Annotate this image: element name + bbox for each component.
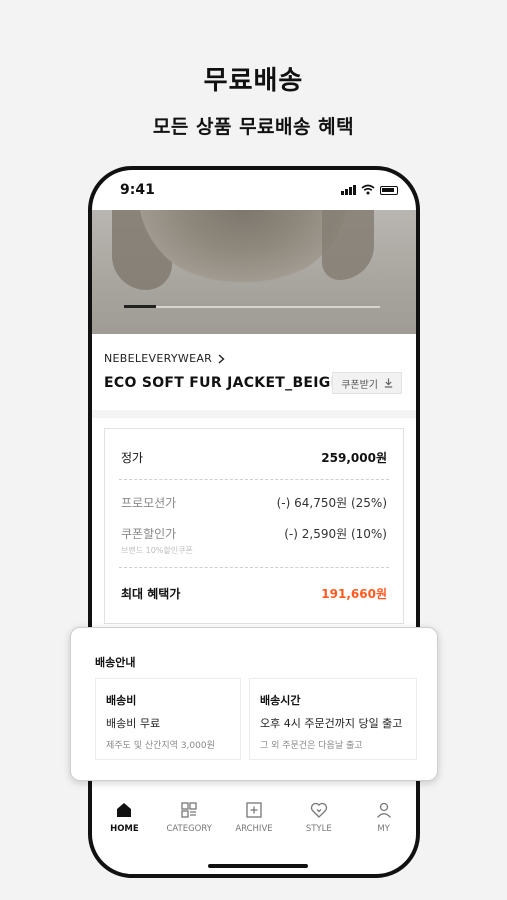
- section-divider: [92, 410, 416, 418]
- tab-style-label: STYLE: [305, 824, 332, 834]
- plus-box-icon: [246, 802, 262, 818]
- product-name: ECO SOFT FUR JACKET_BEIGE: [104, 375, 341, 391]
- shipping-fee-heading: 배송비: [106, 694, 137, 707]
- brand-name: NEBELEVERYWEAR: [104, 352, 213, 365]
- tab-archive[interactable]: ARCHIVE: [224, 800, 284, 834]
- price-summary: 정가 259,000원 프로모션가 (-) 64,750원 (25%) 쿠폰할인…: [104, 428, 404, 624]
- battery-icon: [380, 186, 398, 195]
- coupon-download-button[interactable]: 쿠폰받기: [332, 372, 402, 394]
- bottom-tab-bar: HOME CATEGORY ARCHIVE STYLE MY: [92, 792, 416, 852]
- shipping-time-heading: 배송시간: [260, 694, 301, 707]
- tab-home-label: HOME: [110, 824, 139, 834]
- promo-price-label: 프로모션가: [121, 496, 177, 510]
- image-slider-indicator: [124, 305, 380, 308]
- page-subtitle: 모든 상품 무료배송 혜택: [152, 116, 355, 138]
- coupon-price-label: 쿠폰할인가: [121, 527, 177, 541]
- tab-category[interactable]: CATEGORY: [159, 800, 219, 834]
- promo-price-value: (-) 64,750원 (25%): [276, 496, 387, 510]
- dashed-divider: [119, 567, 389, 568]
- coupon-price-value: (-) 2,590원 (10%): [284, 527, 387, 541]
- coupon-note: 브랜드 10%할인쿠폰: [121, 546, 193, 555]
- heart-badge-icon: [310, 802, 327, 818]
- tab-category-label: CATEGORY: [166, 824, 212, 834]
- shipping-time-sub: 그 외 주문건은 다음날 출고: [260, 741, 363, 751]
- shipping-time-main: 오후 4시 주문건까지 당일 출고: [260, 717, 403, 730]
- grid-icon: [181, 802, 197, 818]
- coupon-price-row: 쿠폰할인가 (-) 2,590원 (10%): [121, 525, 387, 542]
- home-icon: [117, 803, 132, 817]
- signal-icon: [341, 184, 356, 195]
- home-indicator: [208, 864, 308, 868]
- wifi-icon: [361, 184, 375, 195]
- product-image[interactable]: [92, 210, 416, 334]
- tab-home[interactable]: HOME: [94, 800, 154, 834]
- coupon-button-label: 쿠폰받기: [341, 379, 378, 391]
- download-icon: [384, 378, 393, 388]
- promo-price-row: 프로모션가 (-) 64,750원 (25%): [121, 494, 387, 511]
- shipping-title: 배송안내: [95, 656, 136, 669]
- regular-price-label: 정가: [121, 451, 144, 465]
- shipping-fee-sub: 제주도 및 산간지역 3,000원: [106, 741, 215, 751]
- tab-archive-label: ARCHIVE: [235, 824, 273, 834]
- page-title: 무료배송: [203, 66, 304, 96]
- shipping-info-card: 배송안내 배송비 배송비 무료 제주도 및 산간지역 3,000원 배송시간 오…: [70, 627, 438, 781]
- tab-my[interactable]: MY: [354, 800, 414, 834]
- regular-price-row: 정가 259,000원: [121, 449, 387, 466]
- brand-link[interactable]: NEBELEVERYWEAR: [104, 352, 225, 365]
- max-benefit-row: 최대 혜택가 191,660원: [121, 585, 387, 602]
- tab-style[interactable]: STYLE: [289, 800, 349, 834]
- shipping-time-box: 배송시간 오후 4시 주문건까지 당일 출고 그 외 주문건은 다음날 출고: [249, 678, 417, 760]
- tab-my-label: MY: [377, 824, 390, 834]
- max-benefit-value: 191,660원: [321, 587, 387, 601]
- status-time: 9:41: [120, 182, 155, 198]
- person-icon: [376, 802, 391, 818]
- status-bar: 9:41: [92, 170, 416, 210]
- regular-price-value: 259,000원: [321, 451, 387, 465]
- shipping-fee-box: 배송비 배송비 무료 제주도 및 산간지역 3,000원: [95, 678, 241, 760]
- dashed-divider: [119, 479, 389, 480]
- max-benefit-label: 최대 혜택가: [121, 587, 181, 601]
- chevron-right-icon: [218, 353, 225, 364]
- image-slider-progress: [124, 305, 156, 308]
- status-icons: [341, 184, 398, 195]
- shipping-fee-main: 배송비 무료: [106, 717, 161, 730]
